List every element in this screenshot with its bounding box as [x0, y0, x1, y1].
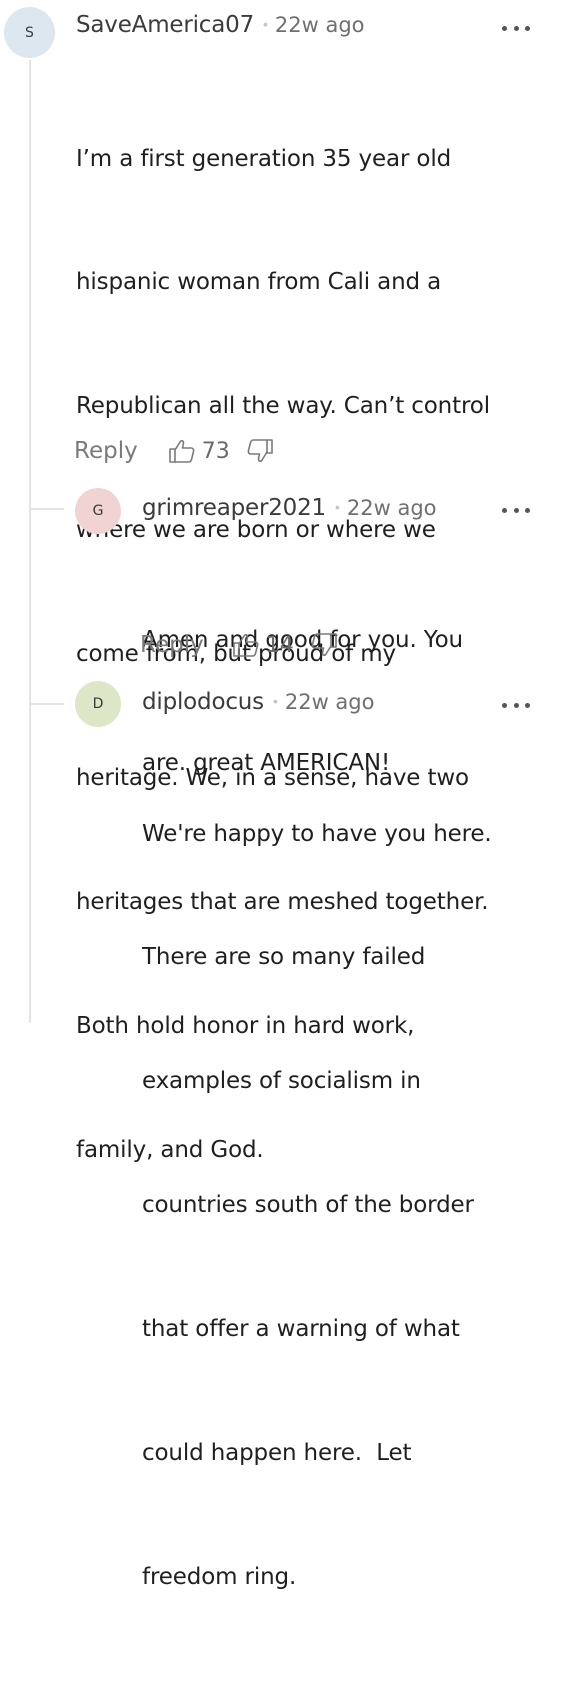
- comment-line: We're happy to have you here.: [142, 820, 492, 847]
- avatar[interactable]: G: [75, 488, 121, 534]
- avatar[interactable]: S: [4, 7, 55, 58]
- reply-connector: [30, 508, 64, 510]
- upvote-count: 14: [265, 632, 294, 658]
- avatar-initial: D: [92, 696, 104, 712]
- comment-line: examples of socialism in: [142, 1068, 421, 1095]
- comment-body: We're happy to have you here. There are …: [142, 731, 492, 1681]
- separator-dot: •: [263, 16, 268, 32]
- comment-actions: Reply 73: [74, 438, 274, 464]
- downvote-button[interactable]: [246, 438, 274, 464]
- timestamp: 22w ago: [284, 690, 375, 714]
- username[interactable]: grimreaper2021: [142, 495, 326, 521]
- comment-line: I’m a first generation 35 year old: [76, 145, 452, 172]
- thumbs-up-icon: [168, 439, 195, 463]
- comment-line: could happen here. Let: [142, 1440, 412, 1467]
- separator-dot: •: [335, 499, 340, 515]
- comment-header: diplodocus • 22w ago: [142, 689, 374, 715]
- thread-line: [29, 60, 31, 1023]
- avatar-initial: S: [25, 24, 34, 41]
- avatar-initial: G: [92, 503, 104, 519]
- comment-header: grimreaper2021 • 22w ago: [142, 495, 437, 521]
- more-options-icon[interactable]: [502, 503, 530, 517]
- username[interactable]: SaveAmerica07: [76, 12, 254, 38]
- comment-line: There are so many failed: [142, 944, 426, 971]
- thumbs-down-icon: [311, 633, 337, 657]
- more-options-icon[interactable]: [502, 698, 530, 712]
- comment-line: countries south of the border: [142, 1192, 474, 1219]
- separator-dot: •: [272, 693, 278, 709]
- comment-actions: Reply 14: [140, 632, 338, 658]
- thumbs-up-icon: [232, 633, 259, 657]
- comment-line: freedom ring.: [142, 1563, 297, 1590]
- avatar[interactable]: D: [75, 681, 121, 727]
- upvote-count: 73: [201, 438, 230, 464]
- thumbs-down-icon: [247, 439, 273, 463]
- comment-line: Republican all the way. Can’t control: [76, 393, 490, 420]
- downvote-button[interactable]: [310, 632, 338, 658]
- more-options-icon[interactable]: [502, 21, 530, 35]
- upvote-button[interactable]: 73: [168, 438, 230, 464]
- timestamp: 22w ago: [274, 13, 365, 37]
- upvote-button[interactable]: 14: [232, 632, 294, 658]
- reply-button[interactable]: Reply: [74, 438, 138, 464]
- reply-button[interactable]: Reply: [140, 632, 204, 658]
- reply-connector: [30, 703, 64, 705]
- comment-header: SaveAmerica07 • 22w ago: [76, 12, 365, 38]
- comment-line: hispanic woman from Cali and a: [76, 269, 442, 296]
- comment-line: that offer a warning of what: [142, 1316, 460, 1343]
- username[interactable]: diplodocus: [142, 689, 264, 715]
- timestamp: 22w ago: [346, 496, 437, 520]
